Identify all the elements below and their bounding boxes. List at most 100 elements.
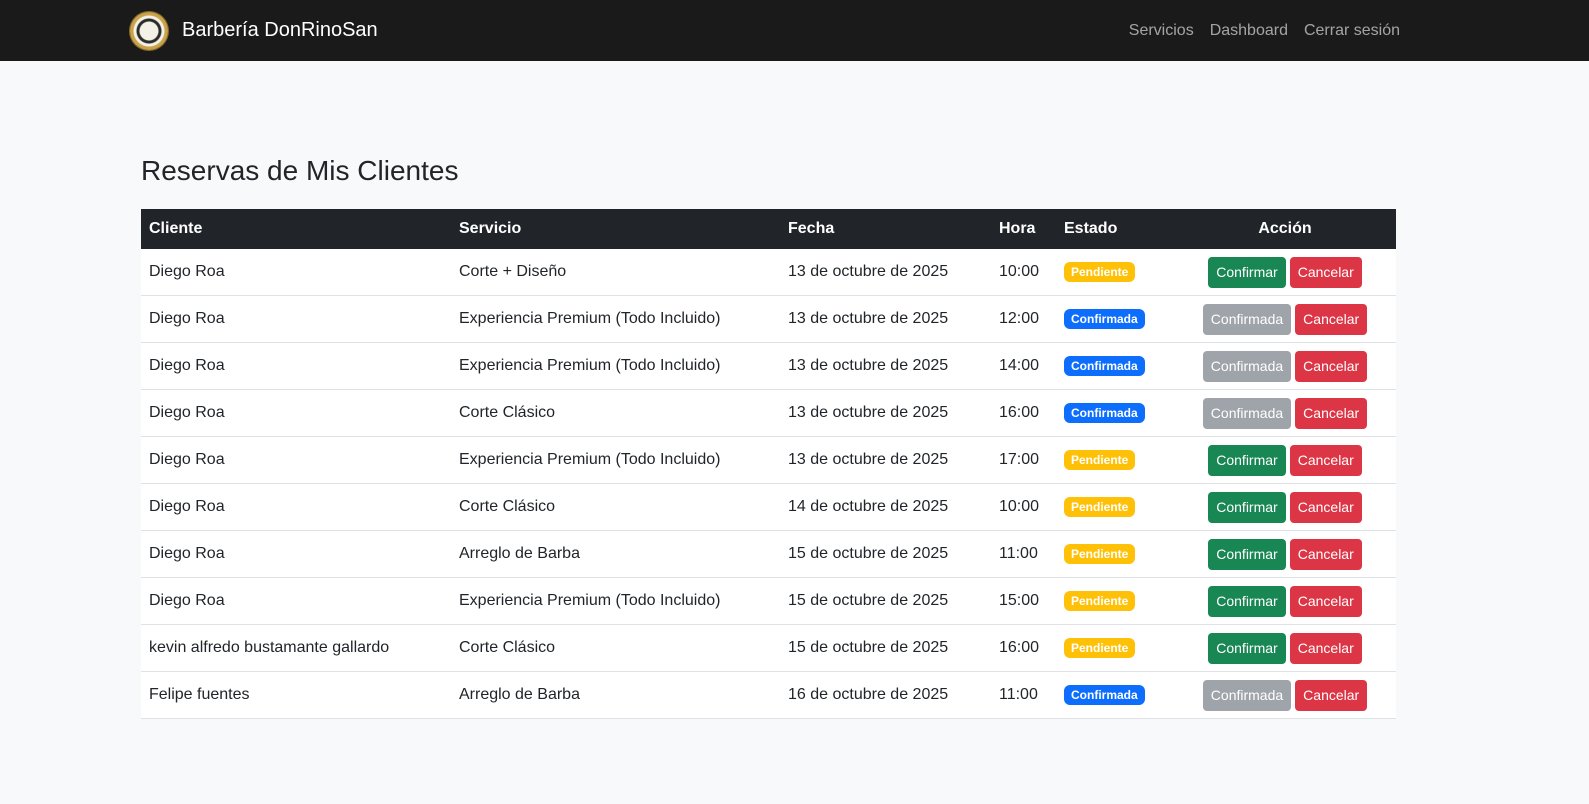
- cell-estado: Pendiente: [1056, 531, 1174, 578]
- table-row: Felipe fuentes Arreglo de Barba 16 de octu…: [141, 671, 1396, 719]
- cell-estado: Pendiente: [1056, 437, 1174, 484]
- cell-servicio: Arreglo de Barba: [459, 545, 580, 562]
- cell-accion: Confirmar Cancelar: [1174, 249, 1396, 296]
- status-badge: Pendiente: [1064, 450, 1136, 470]
- status-badge: Confirmada: [1064, 356, 1145, 376]
- cancel-button[interactable]: Cancelar: [1289, 491, 1362, 523]
- top-navbar: Barbería DonRinoSan Servicios Dashboard …: [0, 0, 1589, 61]
- cancel-button[interactable]: Cancelar: [1295, 303, 1368, 335]
- nav-link-servicios[interactable]: Servicios: [1129, 22, 1194, 40]
- cell-accion: Confirmada Cancelar: [1174, 390, 1396, 437]
- cell-fecha: 13 de octubre de 2025: [788, 404, 949, 421]
- cell-cliente: Diego Roa: [149, 498, 225, 515]
- nav-link-dashboard[interactable]: Dashboard: [1210, 22, 1288, 40]
- cell-servicio: Experiencia Premium (Todo Incluido): [459, 357, 721, 374]
- cell-hora: 10:00: [999, 263, 1040, 280]
- cell-estado: Pendiente: [1056, 578, 1174, 625]
- status-badge: Pendiente: [1064, 544, 1136, 564]
- status-badge: Pendiente: [1064, 638, 1136, 658]
- cell-servicio: Corte Clásico: [459, 639, 556, 656]
- cancel-button[interactable]: Cancelar: [1289, 632, 1362, 664]
- cell-accion: Confirmada Cancelar: [1174, 343, 1396, 390]
- table-row: Diego Roa Corte Clásico 13 de octubre de 2…: [141, 389, 1396, 437]
- cell-hora: 14:00: [999, 357, 1040, 374]
- cell-fecha: 15 de octubre de 2025: [788, 592, 949, 609]
- cell-accion: Confirmada Cancelar: [1174, 296, 1396, 343]
- cell-cliente: Diego Roa: [149, 310, 225, 327]
- table-header-row: Cliente Servicio Fecha Hora Estado Acció…: [141, 209, 1396, 249]
- cell-accion: Confirmar Cancelar: [1174, 437, 1396, 484]
- cell-estado: Pendiente: [1056, 625, 1174, 672]
- cancel-button[interactable]: Cancelar: [1295, 397, 1368, 429]
- cell-fecha: 15 de octubre de 2025: [788, 639, 949, 656]
- cell-servicio: Experiencia Premium (Todo Incluido): [459, 310, 721, 327]
- cell-hora: 12:00: [999, 310, 1040, 327]
- cell-fecha: 13 de octubre de 2025: [788, 310, 949, 327]
- confirm-button[interactable]: Confirmar: [1208, 444, 1286, 476]
- confirm-button[interactable]: Confirmar: [1208, 256, 1286, 288]
- cell-estado: Confirmada: [1056, 343, 1174, 390]
- confirm-button[interactable]: Confirmar: [1208, 585, 1286, 617]
- cell-cliente: Diego Roa: [149, 451, 225, 468]
- reservations-table: Cliente Servicio Fecha Hora Estado Acció…: [141, 209, 1396, 719]
- status-badge: Pendiente: [1064, 262, 1136, 282]
- cell-servicio: Corte Clásico: [459, 498, 556, 515]
- cell-fecha: 13 de octubre de 2025: [788, 451, 949, 468]
- cell-servicio: Experiencia Premium (Todo Incluido): [459, 451, 721, 468]
- table-row: Diego Roa Experiencia Premium (Todo Inclu…: [141, 342, 1396, 390]
- cell-accion: Confirmar Cancelar: [1174, 625, 1396, 672]
- cell-cliente: Diego Roa: [149, 545, 225, 562]
- cell-hora: 16:00: [999, 639, 1040, 656]
- brand[interactable]: Barbería DonRinoSan: [130, 11, 378, 50]
- cancel-button[interactable]: Cancelar: [1295, 350, 1368, 382]
- cell-hora: 10:00: [999, 498, 1040, 515]
- nav-link-cerrar-sesion[interactable]: Cerrar sesión: [1304, 22, 1400, 40]
- confirm-button[interactable]: Confirmar: [1208, 632, 1286, 664]
- column-header-hora: Hora: [999, 220, 1036, 237]
- cell-estado: Confirmada: [1056, 390, 1174, 437]
- cell-fecha: 13 de octubre de 2025: [788, 357, 949, 374]
- cell-hora: 11:00: [999, 686, 1038, 703]
- cell-estado: Confirmada: [1056, 296, 1174, 343]
- column-header-estado: Estado: [1064, 220, 1118, 237]
- cell-servicio: Corte + Diseño: [459, 263, 567, 280]
- barbershop-logo-icon: [130, 11, 168, 50]
- cell-estado: Confirmada: [1056, 672, 1174, 719]
- cell-accion: Confirmar Cancelar: [1174, 484, 1396, 531]
- confirm-button[interactable]: Confirmar: [1208, 538, 1286, 570]
- brand-name[interactable]: Barbería DonRinoSan: [182, 19, 378, 42]
- status-badge: Confirmada: [1064, 309, 1145, 329]
- table-row: kevin alfredo bustamante gallardo Corte C…: [141, 624, 1396, 672]
- cell-accion: Confirmar Cancelar: [1174, 531, 1396, 578]
- cell-accion: Confirmada Cancelar: [1174, 672, 1396, 719]
- cancel-button[interactable]: Cancelar: [1289, 444, 1362, 476]
- cell-servicio: Experiencia Premium (Todo Incluido): [459, 592, 721, 609]
- page-title: Reservas de Mis Clientes: [141, 155, 459, 186]
- cell-cliente: Diego Roa: [149, 592, 225, 609]
- cell-fecha: 15 de octubre de 2025: [788, 545, 949, 562]
- nav-links: Servicios Dashboard Cerrar sesión: [1129, 22, 1400, 40]
- cell-cliente: Diego Roa: [149, 404, 225, 421]
- column-header-accion: Acción: [1258, 220, 1312, 237]
- table-row: Diego Roa Corte + Diseño 13 de octubre de …: [141, 249, 1396, 296]
- column-header-fecha: Fecha: [788, 220, 835, 237]
- cell-servicio: Arreglo de Barba: [459, 686, 580, 703]
- table-row: Diego Roa Experiencia Premium (Todo Inclu…: [141, 577, 1396, 625]
- confirmed-button: Confirmada: [1202, 350, 1292, 382]
- cancel-button[interactable]: Cancelar: [1289, 538, 1362, 570]
- column-header-servicio: Servicio: [459, 220, 522, 237]
- cell-cliente: Diego Roa: [149, 357, 225, 374]
- cancel-button[interactable]: Cancelar: [1295, 679, 1368, 711]
- cell-fecha: 14 de octubre de 2025: [788, 498, 949, 515]
- cell-hora: 15:00: [999, 592, 1040, 609]
- cell-cliente: Diego Roa: [149, 263, 225, 280]
- cancel-button[interactable]: Cancelar: [1289, 585, 1362, 617]
- cell-cliente: kevin alfredo bustamante gallardo: [149, 639, 390, 656]
- table-row: Diego Roa Experiencia Premium (Todo Inclu…: [141, 295, 1396, 343]
- cell-hora: 16:00: [999, 404, 1040, 421]
- cell-estado: Pendiente: [1056, 249, 1174, 296]
- confirm-button[interactable]: Confirmar: [1208, 491, 1286, 523]
- cancel-button[interactable]: Cancelar: [1289, 256, 1362, 288]
- cell-fecha: 13 de octubre de 2025: [788, 263, 949, 280]
- table-row: Diego Roa Corte Clásico 14 de octubre de 2…: [141, 483, 1396, 531]
